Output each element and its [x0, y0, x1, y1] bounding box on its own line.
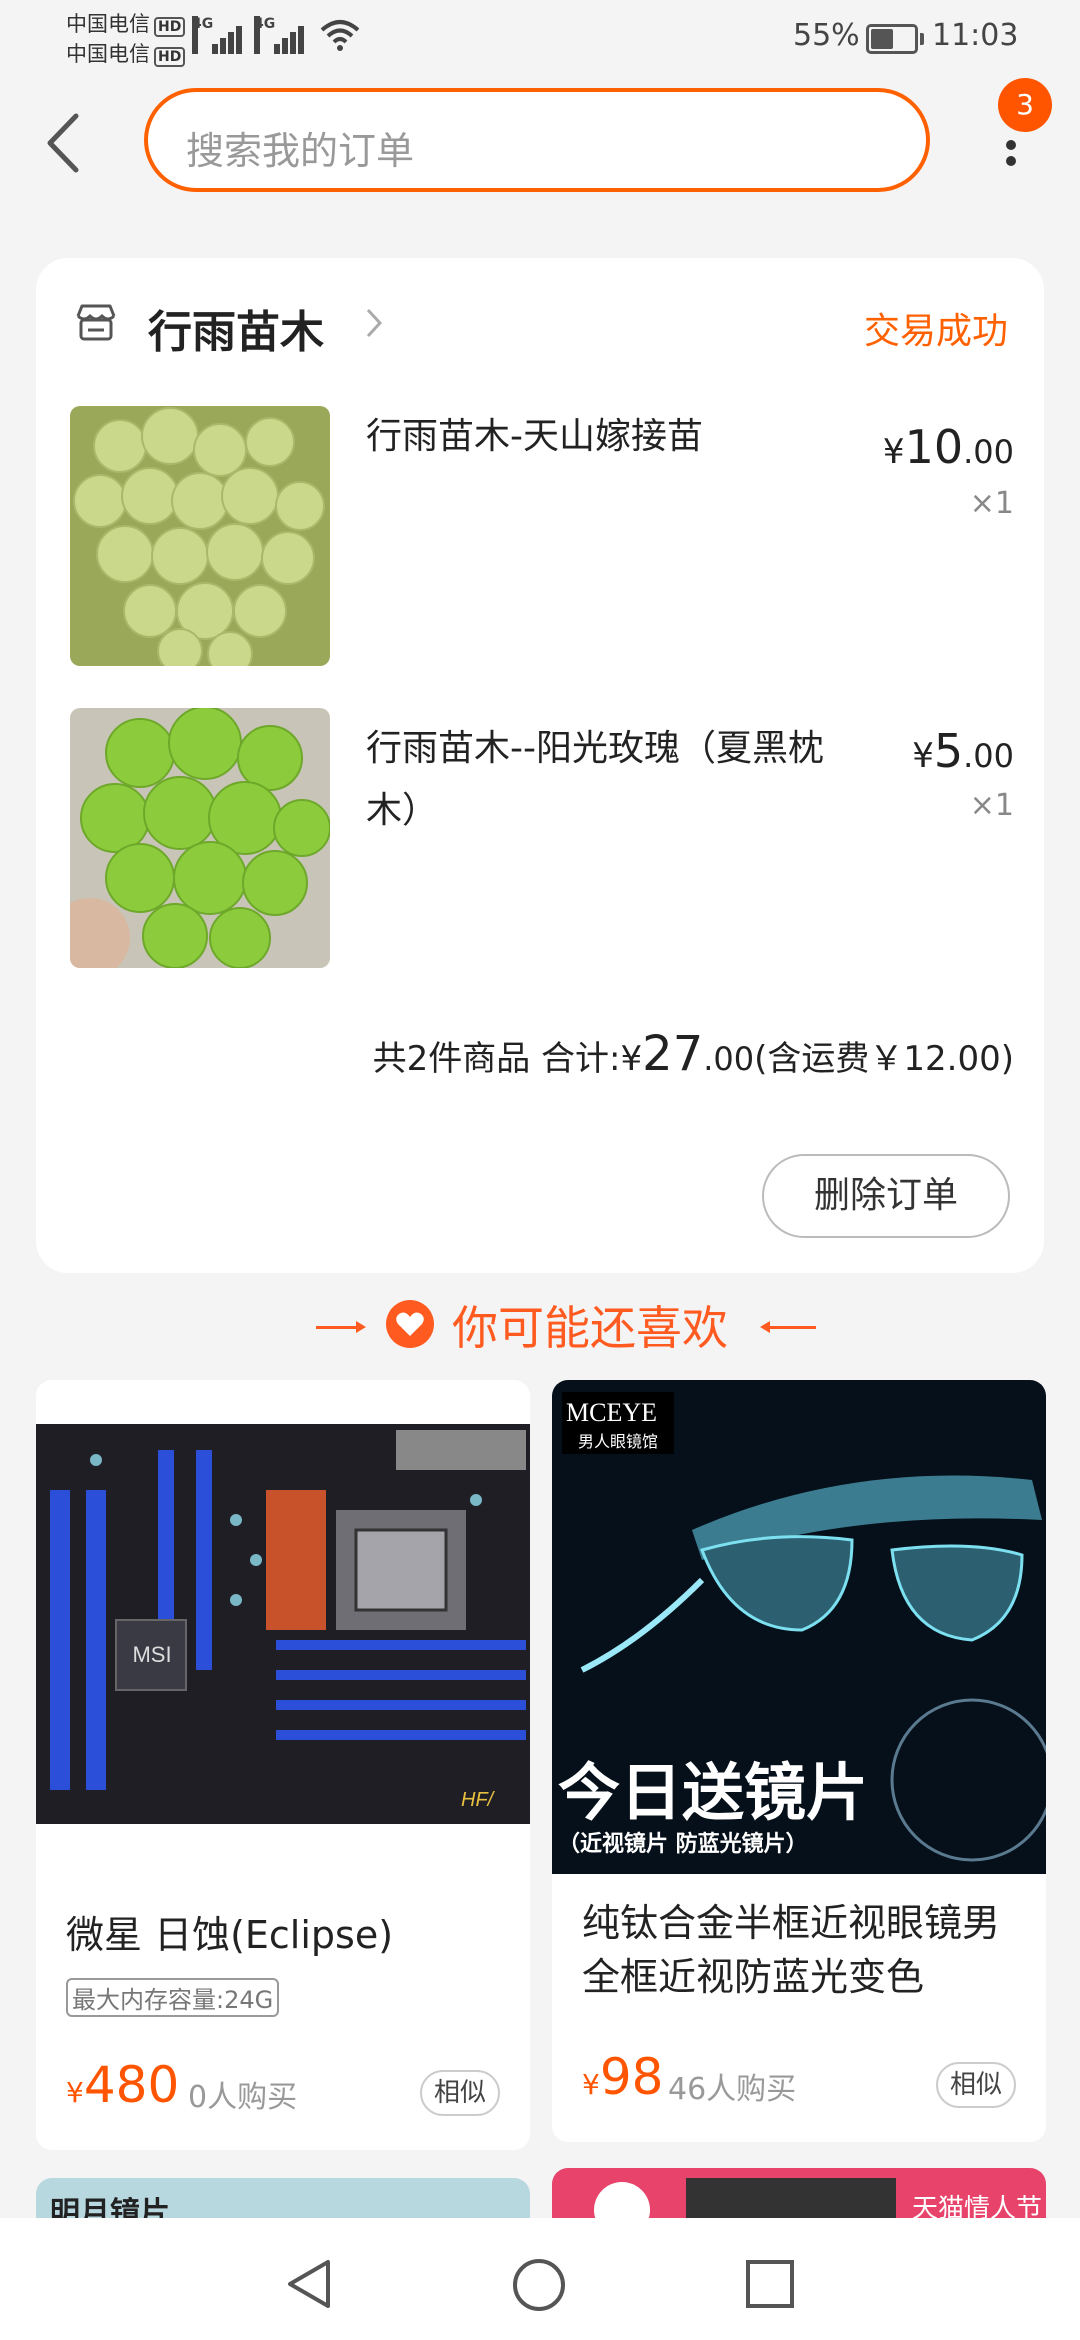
- order-status: 交易成功: [863, 311, 1008, 352]
- battery-icon: [866, 24, 924, 54]
- promo-brand-sub: 男人眼镜馆: [578, 1432, 659, 1451]
- product-quantity: ×1: [969, 788, 1014, 823]
- promo-subline: （近视镜片 防蓝光镜片）: [558, 1832, 808, 1857]
- product-price: ¥10.00: [882, 420, 1014, 474]
- sold-count: 46人购买: [668, 2072, 797, 2107]
- recommend-product-card[interactable]: MSI HF/ 微星 日蚀(Eclipse) 最大内存容量:24G ¥480 0…: [36, 1380, 530, 2150]
- wifi-icon: [320, 20, 360, 51]
- spec-tag: 最大内存容量:24G: [66, 1978, 280, 2017]
- shop-icon: [76, 304, 116, 341]
- heart-icon: [386, 1300, 434, 1348]
- sold-count: 0人购买: [188, 2080, 298, 2115]
- promo-headline: 今日送镜片: [558, 1756, 869, 1829]
- similar-button[interactable]: 相似: [936, 2062, 1016, 2108]
- product-title[interactable]: 行雨苗木--阳光玫瑰（夏黑枕 木）: [366, 718, 824, 842]
- signal-icon: 4G: [254, 16, 308, 54]
- notification-badge: 3: [998, 78, 1052, 132]
- product-price: ¥480: [66, 2056, 180, 2114]
- carrier-label-1: 中国电信 HD: [66, 8, 186, 38]
- product-price: ¥98: [582, 2048, 664, 2106]
- system-nav-bar: [0, 2218, 1080, 2340]
- svg-text:MSI: MSI: [132, 1642, 171, 1667]
- product-image[interactable]: MSI HF/: [36, 1380, 530, 1874]
- nav-recents-icon[interactable]: [742, 2256, 798, 2312]
- order-total: 共2件商品 合计:¥27.00(含运费￥12.00): [372, 1026, 1014, 1082]
- product-title[interactable]: 行雨苗木-天山嫁接苗: [366, 406, 703, 468]
- clock: 11:03: [932, 18, 1019, 53]
- promo-brand: MCEYE: [566, 1398, 657, 1427]
- order-card: 行雨苗木 交易成功 行雨苗木-天山嫁接苗 ¥10.00 ×1 行雨苗木--阳光玫…: [36, 258, 1044, 1273]
- status-bar: 中国电信 HD 中国电信 HD 4G 4G 55% 11:03: [0, 0, 1080, 70]
- delete-order-button[interactable]: 删除订单: [762, 1154, 1010, 1238]
- chevron-right-icon[interactable]: [362, 306, 386, 340]
- product-quantity: ×1: [969, 486, 1014, 521]
- back-arrow-icon[interactable]: [40, 108, 90, 178]
- nav-home-icon[interactable]: [510, 2256, 568, 2314]
- search-input[interactable]: 搜索我的订单: [144, 88, 930, 192]
- product-image[interactable]: MCEYE 男人眼镜馆 今日送镜片 （近视镜片 防蓝光镜片）: [552, 1380, 1046, 1874]
- nav-back-icon[interactable]: [280, 2256, 340, 2312]
- product-price: ¥5.00: [912, 724, 1014, 778]
- recommend-product-card[interactable]: MCEYE 男人眼镜馆 今日送镜片 （近视镜片 防蓝光镜片） 纯钛合金半框近视眼…: [552, 1380, 1046, 2142]
- product-thumbnail[interactable]: [70, 708, 330, 968]
- signal-icon: 4G: [192, 16, 246, 54]
- product-title[interactable]: 微星 日蚀(Eclipse): [66, 1908, 393, 1962]
- search-placeholder: 搜索我的订单: [186, 129, 415, 173]
- product-thumbnail[interactable]: [70, 406, 330, 666]
- similar-button[interactable]: 相似: [420, 2070, 500, 2116]
- battery-percent: 55%: [793, 18, 860, 53]
- svg-text:HF/: HF/: [461, 1789, 496, 1811]
- carrier-label-2: 中国电信 HD: [66, 38, 186, 68]
- product-title[interactable]: 纯钛合金半框近视眼镜男 全框近视防蓝光变色: [582, 1896, 1000, 2004]
- recommend-header: 你可能还喜欢: [0, 1290, 1080, 1360]
- shop-name[interactable]: 行雨苗木: [148, 296, 324, 360]
